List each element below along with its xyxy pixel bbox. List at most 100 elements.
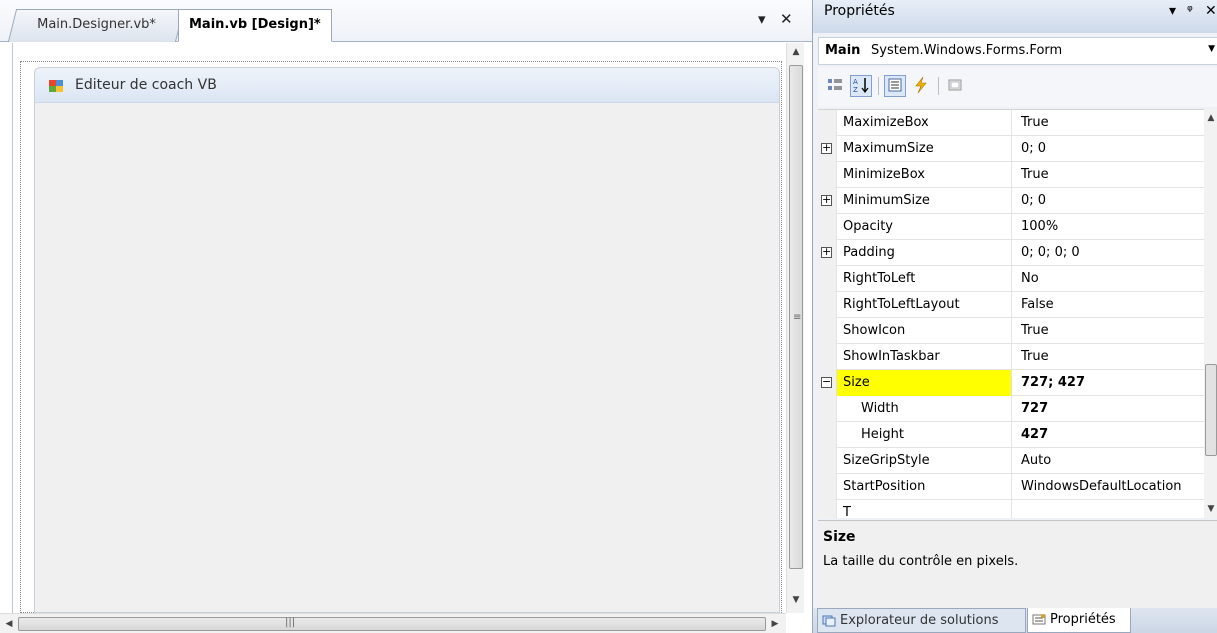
property-name: Height bbox=[837, 422, 1012, 448]
property-row-showintaskbar[interactable]: ShowInTaskbar True bbox=[818, 344, 1204, 370]
scroll-down-icon[interactable]: ▼ bbox=[1202, 500, 1217, 518]
svg-text:Z: Z bbox=[853, 86, 858, 94]
property-pages-icon[interactable] bbox=[944, 75, 966, 97]
chevron-down-icon[interactable]: ▼ bbox=[1208, 44, 1215, 54]
property-row-minimizebox[interactable]: MinimizeBox True bbox=[818, 162, 1204, 188]
property-value[interactable]: No bbox=[1017, 266, 1204, 292]
property-name: RightToLeftLayout bbox=[837, 292, 1012, 318]
properties-icon[interactable] bbox=[884, 75, 906, 97]
property-grid-scroll-thumb[interactable] bbox=[1205, 364, 1217, 456]
tool-window-tabs: Explorateur de solutions Propriétés bbox=[813, 608, 1217, 633]
horizontal-scroll-thumb[interactable]: ||| bbox=[18, 617, 766, 631]
property-value[interactable]: 427 bbox=[1017, 422, 1204, 448]
property-value[interactable]: True bbox=[1017, 318, 1204, 344]
vertical-scrollbar[interactable]: ▲ ≡ ▼ bbox=[786, 43, 804, 613]
property-name: MaximizeBox bbox=[837, 110, 1012, 136]
expand-plus-icon[interactable]: + bbox=[821, 246, 832, 258]
property-row-maximumsize[interactable]: + MaximumSize 0; 0 bbox=[818, 136, 1204, 162]
events-icon[interactable] bbox=[910, 75, 932, 97]
property-row-righttoleft[interactable]: RightToLeft No bbox=[818, 266, 1204, 292]
property-row-sizegripstyle[interactable]: SizeGripStyle Auto bbox=[818, 448, 1204, 474]
property-name: StartPosition bbox=[837, 474, 1012, 500]
solution-explorer-icon bbox=[822, 615, 836, 627]
tab-main-vb-design[interactable]: Main.vb [Design]* bbox=[178, 9, 332, 42]
property-name: ShowInTaskbar bbox=[837, 344, 1012, 370]
horizontal-scrollbar[interactable]: ◀ ||| ▶ bbox=[0, 613, 786, 633]
alphabetical-icon[interactable]: AZ bbox=[850, 75, 872, 97]
property-value[interactable]: WindowsDefaultLocation bbox=[1017, 474, 1204, 500]
object-name: Main bbox=[825, 43, 861, 58]
property-row-opacity[interactable]: Opacity 100% bbox=[818, 214, 1204, 240]
property-value[interactable]: 727; 427 bbox=[1017, 370, 1204, 396]
tab-properties[interactable]: Propriétés bbox=[1027, 608, 1131, 633]
description-pane: Size La taille du contrôle en pixels. bbox=[818, 520, 1217, 608]
property-row-minimumsize[interactable]: + MinimumSize 0; 0 bbox=[818, 188, 1204, 214]
pin-icon[interactable]: ᵠ bbox=[1187, 3, 1193, 19]
expand-plus-icon[interactable]: + bbox=[821, 142, 832, 154]
property-name: MaximumSize bbox=[837, 136, 1012, 162]
property-value[interactable]: 0; 0; 0; 0 bbox=[1017, 240, 1204, 266]
form-titlebar: Editeur de coach VB bbox=[35, 68, 779, 103]
svg-text:A: A bbox=[853, 78, 858, 86]
close-icon[interactable]: ✕ bbox=[1205, 3, 1217, 19]
property-row-partial[interactable]: T bbox=[818, 500, 1204, 518]
property-name: RightToLeft bbox=[837, 266, 1012, 292]
property-row-size[interactable]: − Size 727; 427 bbox=[818, 370, 1204, 396]
tab-close-icon[interactable]: ✕ bbox=[780, 10, 793, 28]
collapse-minus-icon[interactable]: − bbox=[821, 376, 832, 388]
document-tabstrip: Main.Designer.vb* Main.vb [Design]* ▾ ✕ bbox=[0, 0, 812, 42]
property-value[interactable]: True bbox=[1017, 110, 1204, 136]
dropdown-icon[interactable]: ▾ bbox=[1169, 3, 1176, 19]
property-name: ShowIcon bbox=[837, 318, 1012, 344]
property-row-maximizebox[interactable]: MaximizeBox True bbox=[818, 110, 1204, 136]
scroll-right-icon[interactable]: ▶ bbox=[766, 615, 784, 633]
property-grid: MaximizeBox True + MaximumSize 0; 0 Mini… bbox=[818, 109, 1204, 518]
property-value[interactable]: Auto bbox=[1017, 448, 1204, 474]
scroll-left-icon[interactable]: ◀ bbox=[0, 615, 18, 633]
property-value[interactable]: 727 bbox=[1017, 396, 1204, 422]
property-row-padding[interactable]: + Padding 0; 0; 0; 0 bbox=[818, 240, 1204, 266]
expand-plus-icon[interactable]: + bbox=[821, 194, 832, 206]
property-name: Width bbox=[837, 396, 1012, 422]
object-selector[interactable]: Main System.Windows.Forms.Form ▼ bbox=[818, 37, 1217, 65]
property-value[interactable] bbox=[1017, 500, 1204, 518]
scroll-down-icon[interactable]: ▼ bbox=[787, 591, 805, 609]
tab-label: Propriétés bbox=[1050, 612, 1116, 627]
grip-icon: ≡ bbox=[793, 312, 802, 323]
property-row-showicon[interactable]: ShowIcon True bbox=[818, 318, 1204, 344]
property-grid-scrollbar[interactable]: ▲ ▼ bbox=[1204, 109, 1217, 518]
designer-pane: Main.Designer.vb* Main.vb [Design]* ▾ ✕ … bbox=[0, 0, 812, 633]
tab-label: Main.vb [Design]* bbox=[189, 17, 321, 32]
designed-form[interactable]: Editeur de coach VB bbox=[34, 67, 780, 613]
description-text: La taille du contrôle en pixels. bbox=[823, 554, 1019, 569]
description-title: Size bbox=[823, 529, 856, 545]
scroll-up-icon[interactable]: ▲ bbox=[787, 43, 805, 61]
property-name: MinimizeBox bbox=[837, 162, 1012, 188]
scroll-up-icon[interactable]: ▲ bbox=[1202, 109, 1217, 127]
property-value[interactable]: True bbox=[1017, 162, 1204, 188]
tab-main-designer-vb[interactable]: Main.Designer.vb* bbox=[7, 9, 185, 42]
properties-window: Propriétés ▾ ᵠ ✕ Main System.Windows.For… bbox=[812, 0, 1217, 633]
property-value[interactable]: False bbox=[1017, 292, 1204, 318]
tab-dropdown-icon[interactable]: ▾ bbox=[758, 10, 766, 28]
property-row-width[interactable]: Width 727 bbox=[818, 396, 1204, 422]
property-name: Opacity bbox=[837, 214, 1012, 240]
grip-icon: ||| bbox=[285, 617, 296, 628]
property-name: Padding bbox=[837, 240, 1012, 266]
property-value[interactable]: True bbox=[1017, 344, 1204, 370]
property-row-startposition[interactable]: StartPosition WindowsDefaultLocation bbox=[818, 474, 1204, 500]
tab-label: Explorateur de solutions bbox=[840, 613, 999, 628]
property-row-height[interactable]: Height 427 bbox=[818, 422, 1204, 448]
object-type: System.Windows.Forms.Form bbox=[871, 43, 1063, 58]
property-value[interactable]: 0; 0 bbox=[1017, 136, 1204, 162]
property-value[interactable]: 100% bbox=[1017, 214, 1204, 240]
properties-titlebar: Propriétés ▾ ᵠ ✕ bbox=[813, 0, 1217, 33]
tab-label: Main.Designer.vb* bbox=[37, 17, 156, 32]
categorized-icon[interactable] bbox=[824, 75, 846, 97]
vertical-scroll-thumb[interactable]: ≡ bbox=[789, 65, 803, 569]
property-row-righttoleftlayout[interactable]: RightToLeftLayout False bbox=[818, 292, 1204, 318]
property-name: Size bbox=[837, 370, 1012, 396]
tab-solution-explorer[interactable]: Explorateur de solutions bbox=[817, 608, 1026, 633]
property-value[interactable]: 0; 0 bbox=[1017, 188, 1204, 214]
property-name: SizeGripStyle bbox=[837, 448, 1012, 474]
